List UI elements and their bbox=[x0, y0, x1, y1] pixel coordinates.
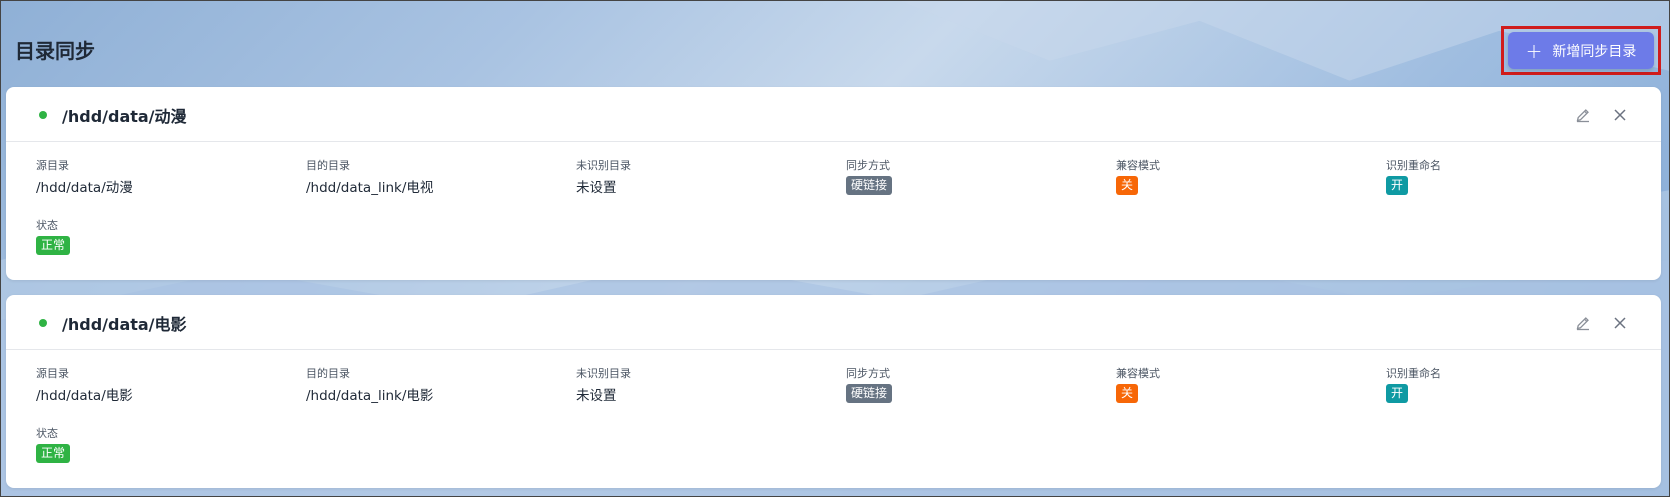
sync-directory-card: /hdd/data/电影 源目录 /hdd/data/电影 目的目录 /hdd/… bbox=[6, 295, 1661, 488]
status-dot-icon bbox=[39, 319, 47, 327]
status-dot-icon bbox=[39, 111, 47, 119]
edit-icon[interactable] bbox=[1572, 312, 1594, 334]
status-label: 状态 bbox=[36, 427, 58, 440]
unrecognized-field: 未识别目录 未设置 bbox=[576, 365, 631, 404]
unrecognized-label: 未识别目录 bbox=[576, 159, 631, 172]
target-field: 目的目录 /hdd/data_link/电影 bbox=[306, 365, 433, 404]
compat-mode-label: 兼容模式 bbox=[1116, 367, 1160, 380]
compat-mode-label: 兼容模式 bbox=[1116, 159, 1160, 172]
sync-mode-label: 同步方式 bbox=[846, 367, 890, 380]
rename-field: 识别重命名 开 bbox=[1386, 157, 1441, 195]
card-header: /hdd/data/动漫 bbox=[6, 87, 1661, 142]
card-header: /hdd/data/电影 bbox=[6, 295, 1661, 350]
target-value: /hdd/data_link/电视 bbox=[306, 180, 434, 196]
sync-mode-badge: 硬链接 bbox=[846, 176, 893, 195]
rename-badge: 开 bbox=[1386, 176, 1409, 195]
edit-icon[interactable] bbox=[1572, 104, 1594, 126]
source-value: /hdd/data/动漫 bbox=[36, 180, 133, 196]
status-field: 状态 正常 bbox=[36, 217, 71, 255]
target-field: 目的目录 /hdd/data_link/电视 bbox=[306, 157, 433, 196]
status-field: 状态 正常 bbox=[36, 425, 71, 463]
close-icon[interactable] bbox=[1609, 312, 1631, 334]
sync-mode-badge: 硬链接 bbox=[846, 384, 893, 403]
compat-mode-badge: 关 bbox=[1116, 384, 1139, 403]
source-field: 源目录 /hdd/data/电影 bbox=[36, 365, 133, 404]
status-badge: 正常 bbox=[36, 236, 71, 255]
rename-label: 识别重命名 bbox=[1386, 367, 1441, 380]
rename-label: 识别重命名 bbox=[1386, 159, 1441, 172]
rename-badge: 开 bbox=[1386, 384, 1409, 403]
unrecognized-value: 未设置 bbox=[576, 180, 617, 196]
unrecognized-value: 未设置 bbox=[576, 388, 617, 404]
status-badge: 正常 bbox=[36, 444, 71, 463]
target-value: /hdd/data_link/电影 bbox=[306, 388, 434, 404]
plus-icon: + bbox=[1525, 38, 1543, 63]
add-sync-directory-button[interactable]: + 新增同步目录 bbox=[1508, 32, 1654, 69]
source-field: 源目录 /hdd/data/动漫 bbox=[36, 157, 133, 196]
target-label: 目的目录 bbox=[306, 367, 350, 380]
card-title: /hdd/data/电影 bbox=[62, 315, 187, 334]
page-header: 目录同步 + 新增同步目录 bbox=[1, 1, 1669, 87]
status-label: 状态 bbox=[36, 219, 58, 232]
sync-mode-label: 同步方式 bbox=[846, 159, 890, 172]
add-sync-directory-label: 新增同步目录 bbox=[1552, 43, 1637, 60]
source-value: /hdd/data/电影 bbox=[36, 388, 133, 404]
unrecognized-label: 未识别目录 bbox=[576, 367, 631, 380]
unrecognized-field: 未识别目录 未设置 bbox=[576, 157, 631, 196]
compat-mode-field: 兼容模式 关 bbox=[1116, 157, 1160, 195]
card-title: /hdd/data/动漫 bbox=[62, 107, 187, 126]
source-label: 源目录 bbox=[36, 159, 69, 172]
directory-sync-page: 目录同步 + 新增同步目录 /hdd/data/动漫 源目录 /hdd/data… bbox=[1, 1, 1669, 496]
target-label: 目的目录 bbox=[306, 159, 350, 172]
close-icon[interactable] bbox=[1609, 104, 1631, 126]
sync-mode-field: 同步方式 硬链接 bbox=[846, 157, 893, 195]
sync-mode-field: 同步方式 硬链接 bbox=[846, 365, 893, 403]
compat-mode-badge: 关 bbox=[1116, 176, 1139, 195]
compat-mode-field: 兼容模式 关 bbox=[1116, 365, 1160, 403]
rename-field: 识别重命名 开 bbox=[1386, 365, 1441, 403]
source-label: 源目录 bbox=[36, 367, 69, 380]
sync-directory-card: /hdd/data/动漫 源目录 /hdd/data/动漫 目的目录 /hdd/… bbox=[6, 87, 1661, 280]
page-title: 目录同步 bbox=[15, 39, 95, 63]
